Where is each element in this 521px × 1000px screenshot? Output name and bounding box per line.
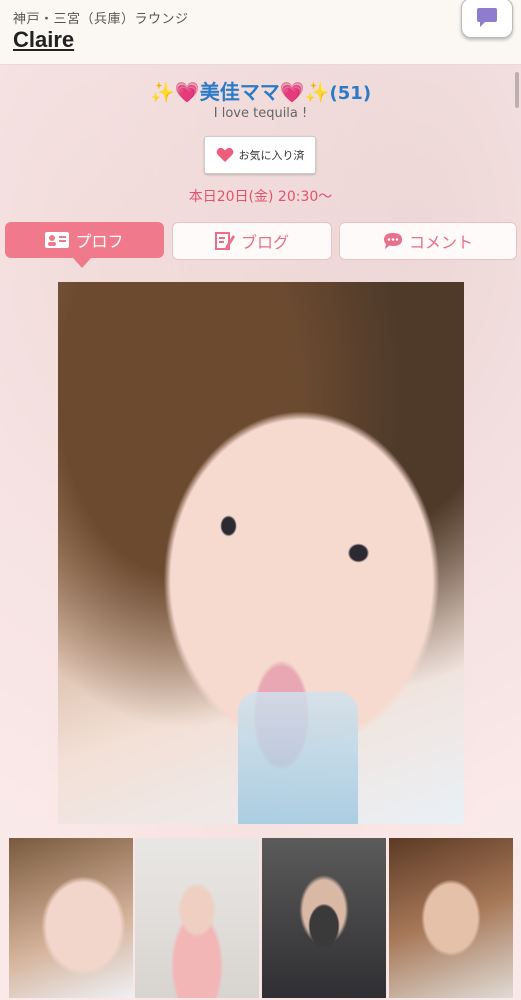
thumbnail-photo-2[interactable] (135, 838, 259, 998)
cast-comment: I love tequila ! (213, 106, 308, 121)
tab-comment-label: コメント (408, 233, 473, 252)
tab-comment[interactable]: コメント (339, 222, 517, 260)
cast-name-text: ✨💗美佳ママ💗✨ (149, 80, 330, 104)
shop-name-link[interactable]: Claire (13, 27, 74, 53)
chat-button[interactable] (461, 0, 513, 38)
header: 神戸・三宮（兵庫）ラウンジ Claire (0, 0, 521, 65)
area-label: 神戸・三宮（兵庫）ラウンジ (13, 12, 189, 27)
tab-profile[interactable]: プロフ (5, 222, 164, 258)
comment-bubble-icon (383, 233, 402, 249)
chat-bubble-icon (477, 8, 497, 27)
tab-profile-label: プロフ (75, 232, 124, 251)
thumbnail-photo-3[interactable] (262, 838, 386, 998)
active-tab-indicator (73, 258, 91, 268)
heart-icon (216, 147, 233, 162)
schedule-text: 本日20日(金) 20:30〜 (188, 189, 333, 205)
main-profile-photo[interactable] (58, 282, 464, 824)
tab-blog-label: ブログ (240, 233, 289, 252)
favorite-label: お気に入り済 (238, 149, 305, 162)
cast-age: (51) (329, 83, 372, 104)
thumbnail-photo-1[interactable] (9, 838, 133, 998)
blog-edit-icon (214, 232, 235, 250)
profile-card-icon (45, 232, 70, 248)
favorite-button[interactable]: お気に入り済 (204, 136, 316, 174)
cast-name: ✨💗美佳ママ💗✨(51) (0, 76, 521, 105)
thumbnail-photo-4[interactable] (389, 838, 513, 998)
tab-blog[interactable]: ブログ (172, 222, 332, 260)
